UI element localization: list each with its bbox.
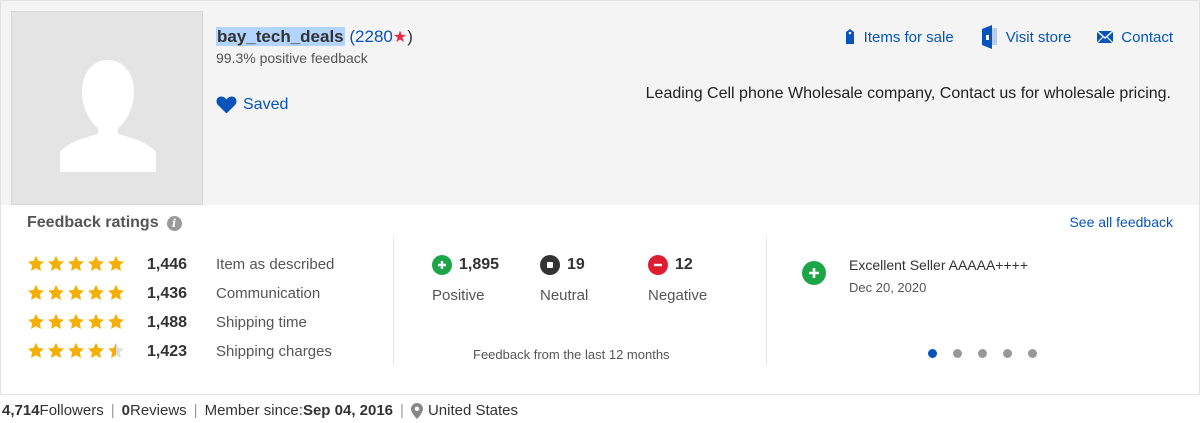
seller-username[interactable]: bay_tech_deals (216, 27, 345, 46)
carousel-dot[interactable] (1003, 349, 1012, 358)
neutral-value: 19 (567, 256, 585, 273)
star-icon (88, 313, 104, 329)
carousel-dot[interactable] (1028, 349, 1037, 358)
star-icon (48, 342, 64, 358)
visit-store-label: Visit store (1005, 28, 1072, 46)
star-rating (27, 313, 125, 330)
feedback-score[interactable]: (2280★ (349, 27, 407, 46)
star-icon (68, 342, 84, 358)
neutral-count[interactable]: 19 Neutral (540, 255, 660, 304)
divider (393, 237, 394, 365)
score-close-paren: ) (407, 27, 413, 46)
positive-label: Positive (432, 287, 485, 304)
positive-feedback: 99.3% positive feedback (216, 50, 368, 66)
seller-name-line: bay_tech_deals (2280★) (216, 27, 413, 47)
rating-count: 1,436 (147, 285, 188, 302)
star-icon (28, 313, 44, 329)
member-since-label: Member since: (204, 402, 303, 419)
member-since-date: Sep 04, 2016 (302, 402, 394, 419)
star-rating (27, 342, 125, 359)
feedback-comment: Excellent Seller AAAAA++++ (849, 257, 1028, 273)
positive-count[interactable]: 1,895 Positive (432, 255, 552, 304)
feedback-ratings-title: Feedback ratings i (27, 214, 182, 232)
followers-label[interactable]: Followers (40, 402, 104, 419)
carousel-dot[interactable] (953, 349, 962, 358)
neutral-circle-icon (540, 255, 560, 275)
carousel-dot[interactable] (928, 349, 937, 358)
store-icon (981, 25, 997, 49)
info-icon[interactable]: i (166, 215, 182, 231)
star-icon (28, 284, 44, 300)
reviews-count: 0 (121, 402, 130, 419)
plus-circle-icon (802, 261, 826, 285)
items-for-sale-label: Items for sale (863, 28, 954, 46)
star-icon (108, 284, 124, 300)
location-pin-icon (410, 402, 423, 419)
star-rating (27, 255, 125, 272)
carousel-dots (928, 349, 1037, 358)
star-icon (108, 255, 124, 271)
star-icon (48, 284, 64, 300)
rating-label: Item as described (216, 256, 335, 273)
user-placeholder-icon (60, 60, 156, 172)
avatar (11, 11, 203, 205)
seller-card: bay_tech_deals (2280★) 99.3% positive fe… (0, 0, 1200, 395)
star-icon (88, 342, 104, 358)
negative-value: 12 (675, 256, 693, 273)
feedback-period-note: Feedback from the last 12 months (473, 347, 670, 362)
star-icon (68, 284, 84, 300)
saved-button[interactable]: Saved (216, 96, 288, 114)
contact-link[interactable]: Contact (1097, 25, 1173, 49)
contact-label: Contact (1121, 28, 1173, 46)
star-rating (27, 284, 125, 301)
star-icon (68, 313, 84, 329)
star-icon (28, 342, 44, 358)
star-icon (108, 342, 124, 358)
separator: | (193, 402, 198, 419)
visit-store-link[interactable]: Visit store (980, 25, 1072, 49)
neutral-label: Neutral (540, 287, 589, 304)
mail-icon (1097, 31, 1114, 43)
feedback-score-value: 2280 (355, 27, 393, 46)
location: United States (427, 402, 518, 419)
rating-count: 1,488 (147, 314, 188, 331)
seller-header: bay_tech_deals (2280★) 99.3% positive fe… (1, 1, 1199, 205)
rating-count: 1,446 (147, 256, 188, 273)
star-icon (88, 284, 104, 300)
minus-circle-icon (648, 255, 668, 275)
saved-label: Saved (243, 96, 289, 113)
star-icon (28, 255, 44, 271)
reviews-label[interactable]: Reviews (130, 402, 187, 419)
items-for-sale-link[interactable]: Items for sale (844, 25, 954, 49)
positive-value: 1,895 (459, 256, 500, 273)
rating-label: Communication (216, 285, 321, 302)
plus-circle-icon (432, 255, 452, 275)
star-icon (48, 313, 64, 329)
followers-count: 4,714 (2, 402, 40, 419)
separator: | (400, 402, 404, 419)
negative-label: Negative (648, 287, 708, 304)
header-links: Items for sale Visit store Contact (844, 25, 1173, 49)
star-icon (48, 255, 64, 271)
seller-stats-bar: 4,714 Followers | 0 Reviews | Member sin… (2, 402, 518, 419)
store-description: Leading Cell phone Wholesale company, Co… (645, 85, 1171, 102)
negative-count[interactable]: 12 Negative (648, 255, 768, 304)
divider (766, 237, 767, 365)
star-icon (108, 313, 124, 329)
carousel-dot[interactable] (978, 349, 987, 358)
rating-label: Shipping time (216, 314, 307, 331)
star-icon (68, 255, 84, 271)
rating-label: Shipping charges (216, 343, 332, 360)
heart-icon (216, 96, 237, 114)
separator: | (110, 402, 115, 419)
star-icon: ★ (392, 29, 408, 46)
see-all-feedback-link[interactable]: See all feedback (1069, 214, 1173, 230)
feedback-date: Dec 20, 2020 (849, 280, 927, 295)
rating-count: 1,423 (147, 343, 188, 360)
star-icon (88, 255, 104, 271)
tag-icon (845, 29, 854, 44)
feedback-ratings-label: Feedback ratings (27, 214, 159, 231)
